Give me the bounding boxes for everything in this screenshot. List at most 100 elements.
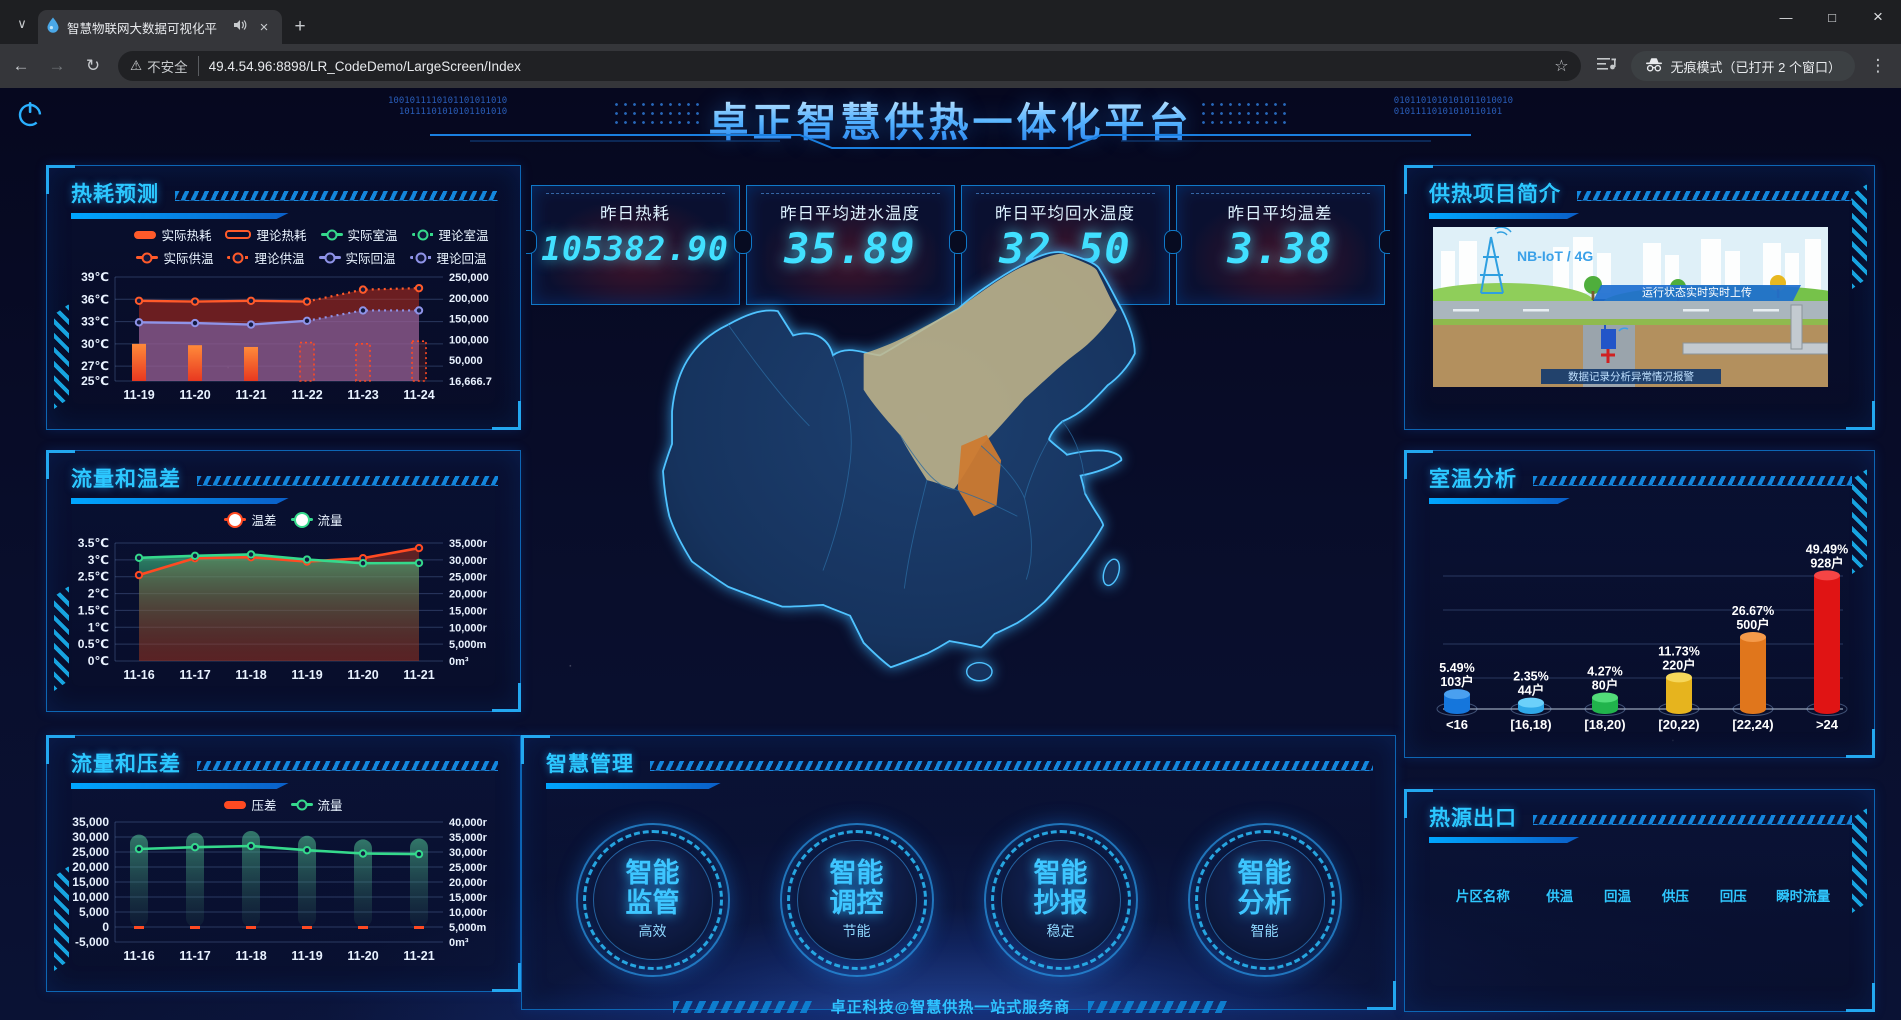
- svg-text:11-21: 11-21: [235, 388, 266, 402]
- legend-item[interactable]: 压差: [224, 795, 276, 814]
- legend-item[interactable]: 流量: [291, 510, 343, 529]
- browser-tab[interactable]: 智慧物联网大数据可视化平 ×: [38, 10, 282, 44]
- address-bar[interactable]: ⚠ 不安全 49.4.54.96:8898/LR_CodeDemo/LargeS…: [118, 51, 1581, 81]
- browser-menu-icon[interactable]: ⋮: [1863, 56, 1893, 76]
- management-ring[interactable]: 智能调控 节能: [780, 823, 934, 977]
- incognito-label: 无痕模式（已打开 2 个窗口）: [1671, 57, 1841, 76]
- svg-text:25,000: 25,000: [72, 845, 109, 859]
- svg-text:30,000: 30,000: [72, 830, 109, 844]
- china-map: [545, 218, 1345, 688]
- tab-close-icon[interactable]: ×: [254, 17, 274, 37]
- legend-item[interactable]: 实际回温: [319, 248, 396, 267]
- security-chip[interactable]: ⚠ 不安全: [130, 56, 199, 76]
- panel-title: 热源出口: [1429, 802, 1517, 832]
- svg-text:20,000r: 20,000r: [449, 589, 488, 601]
- legend-item[interactable]: 理论热耗: [225, 225, 306, 244]
- forward-button[interactable]: →: [42, 51, 72, 81]
- panel-title: 热耗预测: [71, 178, 159, 208]
- title-underline-bar: [1429, 498, 1570, 504]
- stat-dashed-line: [761, 193, 940, 194]
- heat-outlet-column: 片区名称: [1435, 885, 1531, 905]
- legend-item[interactable]: 流量: [291, 795, 343, 814]
- svg-text:250,000: 250,000: [449, 272, 489, 284]
- window-minimize-button[interactable]: —: [1763, 0, 1809, 34]
- legend-label: 实际室温: [348, 225, 398, 244]
- project-intro-illustration[interactable]: NB-IoT / 4G 运行状态实时实时上传 数据记录分析异常情况报警: [1433, 227, 1828, 387]
- legend-item[interactable]: 实际室温: [321, 225, 398, 244]
- svg-text:11-17: 11-17: [179, 668, 210, 682]
- legend-item[interactable]: 理论供温: [227, 248, 304, 267]
- svg-text:20,000: 20,000: [72, 860, 109, 874]
- management-ring[interactable]: 智能监管 高效: [576, 823, 730, 977]
- svg-text:26.67%: 26.67%: [1732, 604, 1774, 618]
- svg-text:11-17: 11-17: [179, 949, 210, 963]
- heat-outlet-column: 回温: [1589, 885, 1647, 905]
- svg-text:50,000: 50,000: [449, 355, 483, 367]
- panel-title: 流量和温差: [71, 463, 181, 493]
- legend-label: 实际热耗: [161, 225, 211, 244]
- svg-text:25,000r: 25,000r: [449, 572, 488, 584]
- media-controls-icon[interactable]: [1597, 56, 1617, 77]
- legend-label: 压差: [251, 795, 276, 814]
- tab-audio-icon[interactable]: [234, 18, 247, 36]
- svg-text:15,000: 15,000: [72, 875, 109, 889]
- tab-search-button[interactable]: ∨: [8, 10, 36, 38]
- new-tab-button[interactable]: +: [290, 17, 310, 37]
- svg-text:[18,20): [18,20): [1584, 717, 1625, 732]
- header-decor-line: [0, 132, 1901, 152]
- svg-text:11-19: 11-19: [291, 668, 322, 682]
- url-text[interactable]: 49.4.54.96:8898/LR_CodeDemo/LargeScreen/…: [209, 59, 1555, 74]
- window-maximize-button[interactable]: □: [1809, 0, 1855, 34]
- svg-text:11-19: 11-19: [123, 388, 154, 402]
- svg-text:11-19: 11-19: [291, 949, 322, 963]
- legend-item[interactable]: 实际热耗: [134, 225, 211, 244]
- incognito-badge[interactable]: 无痕模式（已打开 2 个窗口）: [1631, 51, 1855, 81]
- reload-button[interactable]: ↻: [78, 51, 108, 81]
- panel-heat-outlet: 热源出口 片区名称供温回温供压回压瞬时流量: [1404, 789, 1875, 1012]
- flow-tempdiff-chart: 3.5℃35,000r3℃30,000r2.5℃25,000r2℃20,000r…: [47, 529, 520, 699]
- svg-text:11.73%: 11.73%: [1658, 644, 1700, 658]
- svg-text:25,000r: 25,000r: [449, 862, 488, 874]
- footer: 卓正科技@智慧供热一站式服务商: [0, 996, 1901, 1017]
- management-rings: 智能监管 高效 智能调控 节能 智能抄报 稳定 智能分析 智能: [522, 823, 1395, 977]
- legend-item[interactable]: 温差: [224, 510, 276, 529]
- legend-label: 流量: [318, 510, 343, 529]
- svg-text:1℃: 1℃: [88, 620, 109, 634]
- title-underline-bar: [546, 783, 721, 789]
- svg-text:10,000r: 10,000r: [449, 622, 488, 634]
- management-ring[interactable]: 智能分析 智能: [1188, 823, 1342, 977]
- heat-forecast-chart: 39℃36℃33℃30℃27℃25℃250,000200,000150,0001…: [47, 267, 520, 419]
- svg-text:11-16: 11-16: [123, 668, 154, 682]
- panel-title: 室温分析: [1429, 463, 1517, 493]
- stat-dashed-line: [976, 193, 1155, 194]
- warning-icon: ⚠: [130, 58, 142, 74]
- title-underline-bar: [1429, 837, 1579, 843]
- legend-label: 理论热耗: [256, 225, 306, 244]
- svg-text:500户: 500户: [1736, 617, 1769, 632]
- legend-item[interactable]: 理论回温: [410, 248, 487, 267]
- back-button[interactable]: ←: [6, 51, 36, 81]
- bookmark-star-icon[interactable]: ☆: [1554, 56, 1568, 76]
- svg-text:100,000: 100,000: [449, 334, 489, 346]
- management-ring[interactable]: 智能抄报 稳定: [984, 823, 1138, 977]
- title-underline-bar: [71, 213, 289, 219]
- heat-outlet-table-header: 片区名称供温回温供压回压瞬时流量: [1405, 885, 1874, 905]
- flow-pressure-legend: 压差流量: [47, 795, 520, 814]
- legend-item[interactable]: 理论室温: [412, 225, 489, 244]
- security-label: 不安全: [147, 56, 188, 76]
- svg-text:0m³: 0m³: [449, 937, 469, 949]
- svg-text:30℃: 30℃: [81, 337, 109, 351]
- svg-text:11-18: 11-18: [235, 668, 266, 682]
- legend-item[interactable]: 实际供温: [136, 248, 213, 267]
- svg-text:40,000r: 40,000r: [449, 817, 488, 829]
- stat-dashed-line: [546, 193, 725, 194]
- ring-name: 智能抄报: [1034, 859, 1088, 917]
- svg-text:11-21: 11-21: [403, 668, 434, 682]
- heat-outlet-column: 回压: [1704, 885, 1762, 905]
- window-close-button[interactable]: ×: [1855, 0, 1901, 34]
- svg-text:-5,000: -5,000: [75, 935, 109, 949]
- svg-text:[20,22): [20,22): [1658, 717, 1699, 732]
- svg-text:5,000m: 5,000m: [449, 639, 487, 651]
- svg-text:11-23: 11-23: [347, 388, 378, 402]
- panel-title: 智慧管理: [546, 748, 634, 778]
